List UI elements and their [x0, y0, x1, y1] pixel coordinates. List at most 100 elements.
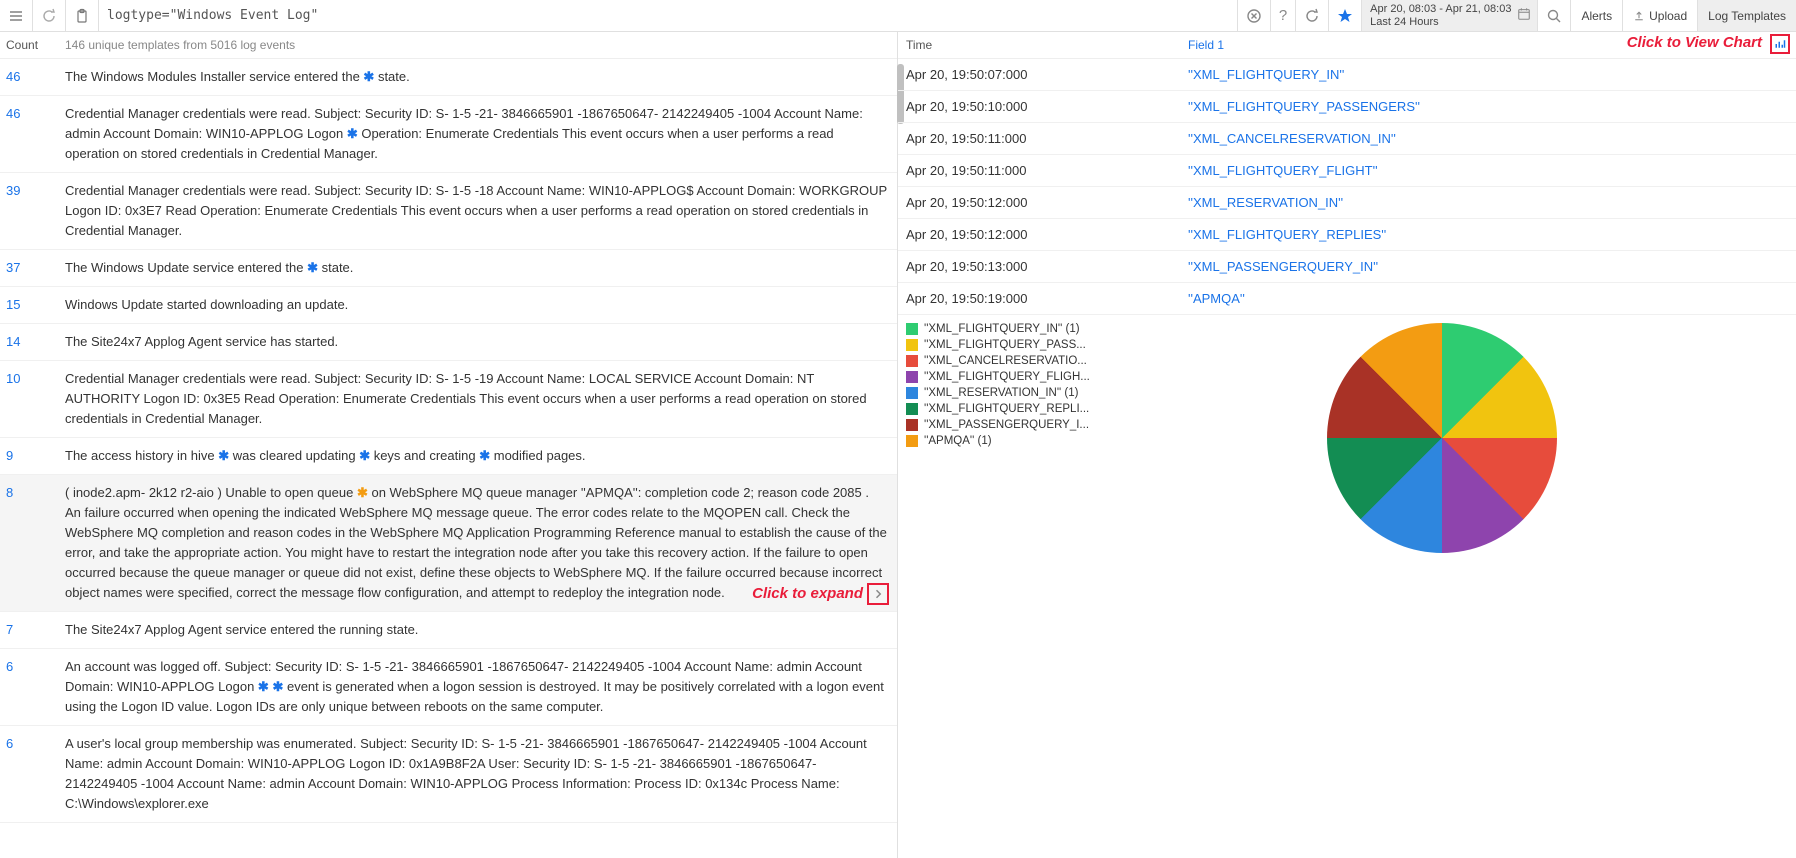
event-row[interactable]: Apr 20, 19:50:12:000''XML_FLIGHTQUERY_RE… — [898, 219, 1796, 251]
wildcard-token[interactable]: ✱ — [272, 679, 283, 694]
template-message: The Windows Modules Installer service en… — [65, 67, 887, 87]
event-row[interactable]: Apr 20, 19:50:10:000''XML_FLIGHTQUERY_PA… — [898, 91, 1796, 123]
log-templates-tab[interactable]: Log Templates — [1697, 0, 1796, 31]
template-count[interactable]: 10 — [0, 369, 65, 429]
event-field1[interactable]: ''XML_FLIGHTQUERY_PASSENGERS'' — [1188, 99, 1796, 114]
template-row[interactable]: 8( inode2.apm- 2k12 r2-aio ) Unable to o… — [0, 475, 897, 612]
legend-item[interactable]: ''APMQA'' (1) — [906, 435, 1096, 447]
event-field1[interactable]: ''XML_FLIGHTQUERY_REPLIES'' — [1188, 227, 1796, 242]
template-row[interactable]: 37The Windows Update service entered the… — [0, 250, 897, 287]
legend-swatch — [906, 419, 918, 431]
template-count[interactable]: 46 — [0, 67, 65, 87]
template-row[interactable]: 46The Windows Modules Installer service … — [0, 59, 897, 96]
template-count[interactable]: 15 — [0, 295, 65, 315]
legend-swatch — [906, 387, 918, 399]
wildcard-token[interactable]: ✱ — [359, 448, 370, 463]
templates-list[interactable]: 46The Windows Modules Installer service … — [0, 59, 897, 858]
event-time: Apr 20, 19:50:11:000 — [898, 131, 1188, 146]
template-count[interactable]: 9 — [0, 446, 65, 466]
event-time: Apr 20, 19:50:12:000 — [898, 195, 1188, 210]
template-row[interactable]: 39Credential Manager credentials were re… — [0, 173, 897, 250]
col-count-header[interactable]: Count — [0, 38, 65, 52]
template-row[interactable]: 15Windows Update started downloading an … — [0, 287, 897, 324]
templates-header: Count 146 unique templates from 5016 log… — [0, 32, 897, 59]
wildcard-token[interactable]: ✱ — [307, 260, 318, 275]
legend-swatch — [906, 323, 918, 335]
template-row[interactable]: 6An account was logged off. Subject: Sec… — [0, 649, 897, 726]
event-row[interactable]: Apr 20, 19:50:19:000''APMQA'' — [898, 283, 1796, 315]
event-row[interactable]: Apr 20, 19:50:11:000''XML_CANCELRESERVAT… — [898, 123, 1796, 155]
help-button[interactable]: ? — [1270, 0, 1295, 31]
view-chart-button[interactable] — [1770, 34, 1790, 54]
upload-tab[interactable]: Upload — [1622, 0, 1697, 31]
template-count[interactable]: 6 — [0, 734, 65, 814]
chart-area: ''XML_FLIGHTQUERY_IN'' (1) ''XML_FLIGHTQU… — [898, 315, 1796, 858]
template-count[interactable]: 37 — [0, 258, 65, 278]
bar-chart-icon — [1774, 38, 1786, 50]
wildcard-token[interactable]: ✱ — [357, 485, 368, 500]
event-row[interactable]: Apr 20, 19:50:07:000''XML_FLIGHTQUERY_IN… — [898, 59, 1796, 91]
alerts-tab[interactable]: Alerts — [1570, 0, 1622, 31]
time-range-selector[interactable]: Apr 20, 08:03 - Apr 21, 08:03 Last 24 Ho… — [1361, 0, 1537, 31]
wildcard-token[interactable]: ✱ — [258, 679, 269, 694]
event-field1[interactable]: ''XML_FLIGHTQUERY_FLIGHT'' — [1188, 163, 1796, 178]
refresh-button[interactable] — [33, 0, 66, 31]
legend-swatch — [906, 339, 918, 351]
legend-label: ''XML_FLIGHTQUERY_FLIGH... — [924, 371, 1090, 383]
legend-item[interactable]: ''XML_FLIGHTQUERY_PASS... — [906, 339, 1096, 351]
event-row[interactable]: Apr 20, 19:50:13:000''XML_PASSENGERQUERY… — [898, 251, 1796, 283]
legend-item[interactable]: ''XML_FLIGHTQUERY_IN'' (1) — [906, 323, 1096, 335]
event-time: Apr 20, 19:50:07:000 — [898, 67, 1188, 82]
legend-swatch — [906, 371, 918, 383]
legend-label: ''XML_PASSENGERQUERY_I... — [924, 419, 1089, 431]
template-row[interactable]: 10Credential Manager credentials were re… — [0, 361, 897, 438]
legend-item[interactable]: ''XML_PASSENGERQUERY_I... — [906, 419, 1096, 431]
template-row[interactable]: 14The Site24x7 Applog Agent service has … — [0, 324, 897, 361]
template-count[interactable]: 6 — [0, 657, 65, 717]
event-field1[interactable]: ''APMQA'' — [1188, 291, 1796, 306]
search-query-input[interactable]: logtype="Windows Event Log" — [99, 0, 1237, 31]
legend-item[interactable]: ''XML_CANCELRESERVATIO... — [906, 355, 1096, 367]
panel-toggle-button[interactable] — [0, 0, 33, 31]
expand-button[interactable] — [867, 583, 889, 605]
pie-wrap — [1096, 323, 1788, 553]
pie-chart[interactable] — [1327, 323, 1557, 553]
template-row[interactable]: 7The Site24x7 Applog Agent service enter… — [0, 612, 897, 649]
template-count[interactable]: 46 — [0, 104, 65, 164]
event-field1[interactable]: ''XML_FLIGHTQUERY_IN'' — [1188, 67, 1796, 82]
template-count[interactable]: 39 — [0, 181, 65, 241]
template-row[interactable]: 6A user's local group membership was enu… — [0, 726, 897, 823]
event-field1[interactable]: ''XML_PASSENGERQUERY_IN'' — [1188, 259, 1796, 274]
template-row[interactable]: 9The access history in hive ✱ was cleare… — [0, 438, 897, 475]
template-row[interactable]: 46Credential Manager credentials were re… — [0, 96, 897, 173]
legend-item[interactable]: ''XML_FLIGHTQUERY_FLIGH... — [906, 371, 1096, 383]
wildcard-token[interactable]: ✱ — [479, 448, 490, 463]
wildcard-token[interactable]: ✱ — [363, 69, 374, 84]
legend-swatch — [906, 403, 918, 415]
legend-label: ''XML_FLIGHTQUERY_REPLI... — [924, 403, 1089, 415]
export-button[interactable] — [1295, 0, 1328, 31]
event-field1[interactable]: ''XML_RESERVATION_IN'' — [1188, 195, 1796, 210]
clear-query-button[interactable] — [1237, 0, 1270, 31]
template-message: The Site24x7 Applog Agent service has st… — [65, 332, 887, 352]
legend-item[interactable]: ''XML_RESERVATION_IN'' (1) — [906, 387, 1096, 399]
upload-icon — [1633, 10, 1645, 22]
wildcard-token[interactable]: ✱ — [218, 448, 229, 463]
templates-panel: Count 146 unique templates from 5016 log… — [0, 32, 898, 858]
event-row[interactable]: Apr 20, 19:50:11:000''XML_FLIGHTQUERY_FL… — [898, 155, 1796, 187]
event-field1[interactable]: ''XML_CANCELRESERVATION_IN'' — [1188, 131, 1796, 146]
legend-item[interactable]: ''XML_FLIGHTQUERY_REPLI... — [906, 403, 1096, 415]
events-list[interactable]: Apr 20, 19:50:07:000''XML_FLIGHTQUERY_IN… — [898, 59, 1796, 315]
wildcard-token[interactable]: ✱ — [347, 126, 358, 141]
export-icon — [1304, 8, 1320, 24]
template-count[interactable]: 7 — [0, 620, 65, 640]
event-time: Apr 20, 19:50:19:000 — [898, 291, 1188, 306]
search-button[interactable] — [1537, 0, 1570, 31]
event-row[interactable]: Apr 20, 19:50:12:000''XML_RESERVATION_IN… — [898, 187, 1796, 219]
time-range-line-1: Apr 20, 08:03 - Apr 21, 08:03 — [1370, 3, 1511, 16]
template-count[interactable]: 14 — [0, 332, 65, 352]
template-count[interactable]: 8 — [0, 483, 65, 603]
col-time-header[interactable]: Time — [898, 38, 1188, 52]
clipboard-button[interactable] — [66, 0, 99, 31]
favorite-button[interactable] — [1328, 0, 1361, 31]
